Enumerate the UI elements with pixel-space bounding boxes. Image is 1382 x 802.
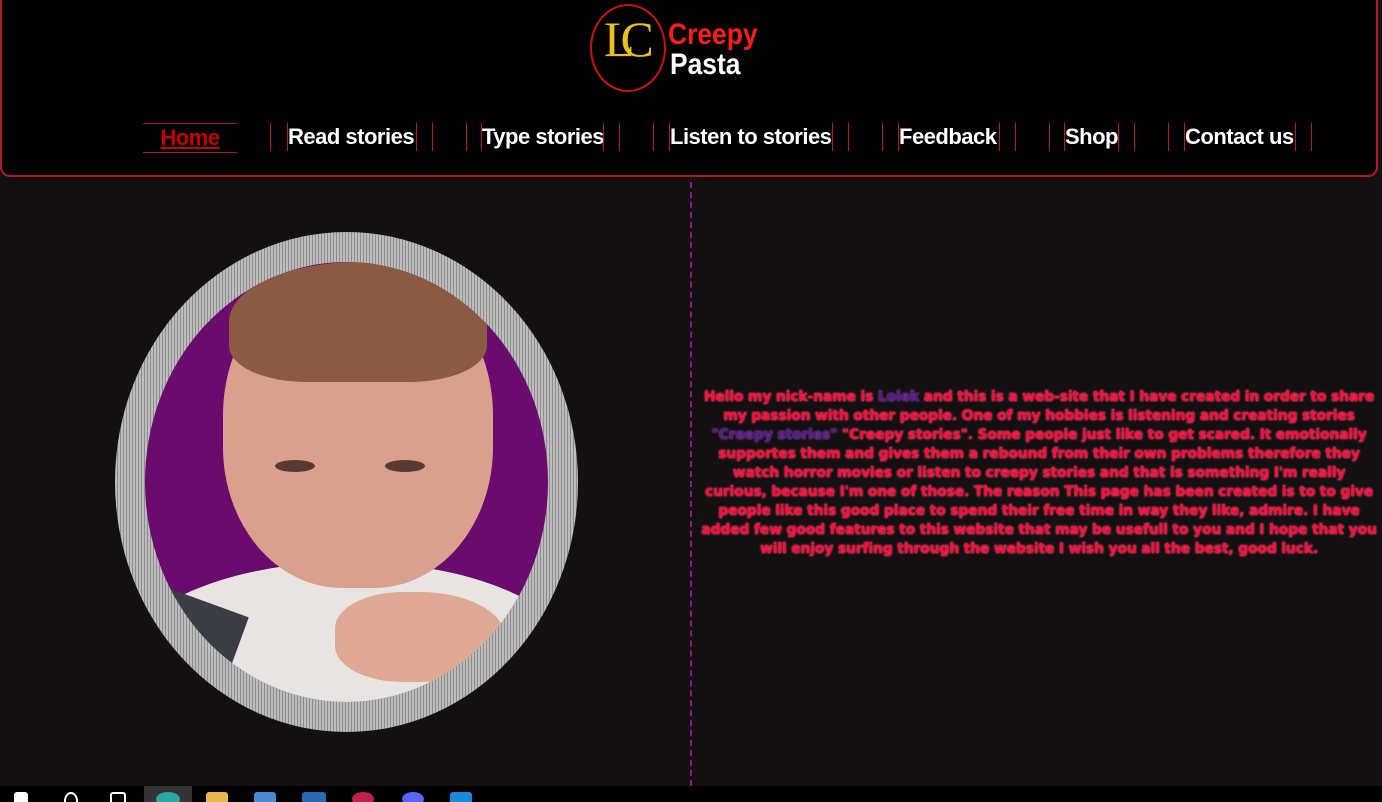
file-explorer-icon[interactable] [206,792,228,802]
nav-separator [653,123,654,151]
vscode-icon[interactable] [450,792,472,802]
logo-word-creepy: Creepy [668,18,758,51]
nav-separator [466,123,467,151]
os-taskbar [0,786,1382,802]
bio-nickname: Lolek [877,389,920,405]
nav-separator [1311,123,1312,151]
nav-type-stories[interactable]: Type stories [482,123,604,151]
store-icon[interactable] [254,792,276,802]
opera-icon[interactable] [352,792,374,802]
site-header: LC Creepy Pasta Home Read stories Type s… [0,0,1378,177]
portrait-eye-right [385,460,425,472]
portrait-hand [335,592,505,682]
nav-separator [416,123,417,151]
portrait-hair [229,262,487,382]
nav-separator [1295,123,1296,151]
nav-contact-us[interactable]: Contact us [1185,123,1294,151]
nav-separator [1168,123,1169,151]
nav-separator [1118,123,1119,151]
nav-separator [832,123,833,151]
nav-feedback[interactable]: Feedback [899,123,997,151]
nav-separator [1134,123,1135,151]
bio-quote: "Creepy stories" [711,427,838,443]
bio-part1: Hello my nick-name is [703,389,878,405]
mail-icon[interactable] [302,792,326,802]
site-logo[interactable]: LC Creepy Pasta [590,4,770,96]
bio-part3: "Creepy stories". Some people just like … [701,427,1377,557]
portrait-background [145,262,548,702]
nav-separator [1049,123,1050,151]
bio-text: Hello my nick-name is Lolek and this is … [700,388,1378,559]
nav-separator [999,123,1000,151]
edge-browser-icon[interactable] [156,792,180,802]
nav-separator [603,123,604,151]
discord-icon[interactable] [402,792,424,802]
column-divider [690,182,692,786]
main-nav: Home Read stories Type stories Listen to… [2,118,1380,158]
nav-read-stories[interactable]: Read stories [288,123,415,151]
nav-listen-to-stories[interactable]: Listen to stories [670,123,832,151]
nav-separator [1015,123,1016,151]
author-portrait [115,232,578,732]
nav-shop[interactable]: Shop [1065,123,1119,151]
nav-separator [848,123,849,151]
nav-separator [619,123,620,151]
portrait-eye-left [275,460,315,472]
nav-separator [882,123,883,151]
windows-start-icon[interactable] [14,792,28,802]
task-view-icon[interactable] [110,792,126,802]
logo-word-pasta: Pasta [670,48,741,81]
nav-home[interactable]: Home [143,123,237,153]
nav-separator [432,123,433,151]
logo-monogram: LC [604,11,654,67]
search-icon[interactable] [64,792,78,802]
nav-separator [270,123,271,151]
